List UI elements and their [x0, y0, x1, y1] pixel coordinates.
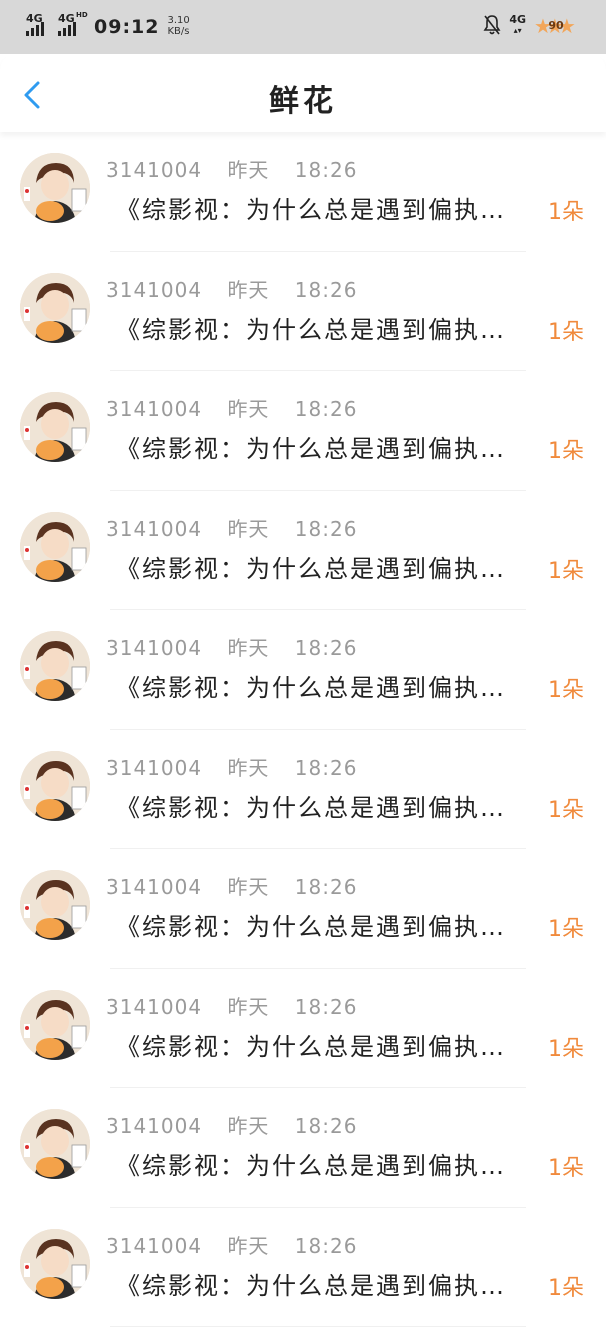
- flower-count: 1朵: [548, 314, 584, 346]
- avatar[interactable]: [20, 273, 90, 343]
- avatar[interactable]: [20, 512, 90, 582]
- item-time: 18:26: [295, 875, 358, 899]
- item-message: 《综影视：为什么总是遇到偏执…: [116, 549, 506, 584]
- item-time: 18:26: [295, 517, 358, 541]
- speed-unit: KB/s: [167, 26, 189, 37]
- item-day: 昨天: [227, 278, 269, 302]
- item-message: 《综影视：为什么总是遇到偏执…: [116, 310, 506, 345]
- avatar[interactable]: [20, 990, 90, 1060]
- flower-count: 1朵: [548, 1270, 584, 1302]
- flower-count: 1朵: [548, 194, 584, 226]
- user-id: 3141004: [106, 278, 202, 302]
- avatar[interactable]: [20, 631, 90, 701]
- list-item[interactable]: 3141004 昨天 18:26 《综影视：为什么总是遇到偏执… 1朵: [0, 969, 606, 1089]
- flower-count: 1朵: [548, 433, 584, 465]
- user-id: 3141004: [106, 1114, 202, 1138]
- list-item[interactable]: 3141004 昨天 18:26 《综影视：为什么总是遇到偏执… 1朵: [0, 1208, 606, 1327]
- bell-muted-icon: [483, 14, 501, 36]
- list-item[interactable]: 3141004 昨天 18:26 《综影视：为什么总是遇到偏执… 1朵: [0, 730, 606, 850]
- list-item[interactable]: 3141004 昨天 18:26 《综影视：为什么总是遇到偏执… 1朵: [0, 610, 606, 730]
- item-day: 昨天: [227, 756, 269, 780]
- list-item[interactable]: 3141004 昨天 18:26 《综影视：为什么总是遇到偏执… 1朵: [0, 491, 606, 611]
- item-time: 18:26: [295, 278, 358, 302]
- user-id: 3141004: [106, 1234, 202, 1258]
- item-time: 18:26: [295, 1234, 358, 1258]
- signal-hd-label: HD: [76, 11, 88, 19]
- item-day: 昨天: [227, 1234, 269, 1258]
- item-meta: 3141004 昨天 18:26: [106, 393, 375, 422]
- item-message: 《综影视：为什么总是遇到偏执…: [116, 1266, 506, 1301]
- user-id: 3141004: [106, 397, 202, 421]
- item-time: 18:26: [295, 756, 358, 780]
- network-speed: 3.10 KB/s: [167, 15, 189, 37]
- item-day: 昨天: [227, 636, 269, 660]
- item-message: 《综影视：为什么总是遇到偏执…: [116, 788, 506, 823]
- clock: 09:12: [94, 16, 159, 38]
- user-id: 3141004: [106, 875, 202, 899]
- app-header: 鲜花: [0, 54, 606, 132]
- item-day: 昨天: [227, 158, 269, 182]
- avatar[interactable]: [20, 392, 90, 462]
- item-time: 18:26: [295, 636, 358, 660]
- item-day: 昨天: [227, 875, 269, 899]
- item-day: 昨天: [227, 397, 269, 421]
- flower-count: 1朵: [548, 1150, 584, 1182]
- item-day: 昨天: [227, 517, 269, 541]
- item-meta: 3141004 昨天 18:26: [106, 1230, 375, 1259]
- item-time: 18:26: [295, 397, 358, 421]
- battery-icon: ★★★ 90: [534, 14, 578, 36]
- item-time: 18:26: [295, 995, 358, 1019]
- item-message: 《综影视：为什么总是遇到偏执…: [116, 1146, 506, 1181]
- battery-level: 90: [548, 19, 563, 32]
- item-message: 《综影视：为什么总是遇到偏执…: [116, 668, 506, 703]
- status-bar: 4G 4G HD 09:12 3.10 KB/s 4G ▴▾ ★★★ 90: [0, 0, 606, 54]
- list-item[interactable]: 3141004 昨天 18:26 《综影视：为什么总是遇到偏执… 1朵: [0, 132, 606, 252]
- item-meta: 3141004 昨天 18:26: [106, 1110, 375, 1139]
- flower-count: 1朵: [548, 911, 584, 943]
- list-item[interactable]: 3141004 昨天 18:26 《综影视：为什么总是遇到偏执… 1朵: [0, 371, 606, 491]
- list-item[interactable]: 3141004 昨天 18:26 《综影视：为什么总是遇到偏执… 1朵: [0, 1088, 606, 1208]
- item-meta: 3141004 昨天 18:26: [106, 991, 375, 1020]
- avatar[interactable]: [20, 153, 90, 223]
- network-arrows: ▴▾: [509, 25, 526, 36]
- flower-count: 1朵: [548, 672, 584, 704]
- item-meta: 3141004 昨天 18:26: [106, 274, 375, 303]
- user-id: 3141004: [106, 517, 202, 541]
- page-title: 鲜花: [0, 76, 606, 120]
- user-id: 3141004: [106, 995, 202, 1019]
- avatar[interactable]: [20, 1229, 90, 1299]
- item-day: 昨天: [227, 995, 269, 1019]
- list-item[interactable]: 3141004 昨天 18:26 《综影视：为什么总是遇到偏执… 1朵: [0, 849, 606, 969]
- item-meta: 3141004 昨天 18:26: [106, 154, 375, 183]
- flower-list: 3141004 昨天 18:26 《综影视：为什么总是遇到偏执… 1朵 3141…: [0, 132, 606, 1327]
- item-message: 《综影视：为什么总是遇到偏执…: [116, 429, 506, 464]
- user-id: 3141004: [106, 158, 202, 182]
- avatar[interactable]: [20, 1109, 90, 1179]
- avatar[interactable]: [20, 751, 90, 821]
- item-message: 《综影视：为什么总是遇到偏执…: [116, 190, 506, 225]
- flower-count: 1朵: [548, 792, 584, 824]
- item-message: 《综影视：为什么总是遇到偏执…: [116, 907, 506, 942]
- item-meta: 3141004 昨天 18:26: [106, 513, 375, 542]
- speed-value: 3.10: [167, 15, 189, 26]
- network-type-icon: 4G ▴▾: [509, 14, 526, 36]
- item-time: 18:26: [295, 158, 358, 182]
- flower-count: 1朵: [548, 1031, 584, 1063]
- item-day: 昨天: [227, 1114, 269, 1138]
- list-item[interactable]: 3141004 昨天 18:26 《综影视：为什么总是遇到偏执… 1朵: [0, 252, 606, 372]
- item-time: 18:26: [295, 1114, 358, 1138]
- user-id: 3141004: [106, 636, 202, 660]
- signal-hd-icon: 4G HD: [58, 12, 84, 36]
- item-meta: 3141004 昨天 18:26: [106, 871, 375, 900]
- item-message: 《综影视：为什么总是遇到偏执…: [116, 1027, 506, 1062]
- item-meta: 3141004 昨天 18:26: [106, 752, 375, 781]
- item-meta: 3141004 昨天 18:26: [106, 632, 375, 661]
- signal-icon: 4G: [26, 12, 52, 36]
- user-id: 3141004: [106, 756, 202, 780]
- avatar[interactable]: [20, 870, 90, 940]
- flower-count: 1朵: [548, 553, 584, 585]
